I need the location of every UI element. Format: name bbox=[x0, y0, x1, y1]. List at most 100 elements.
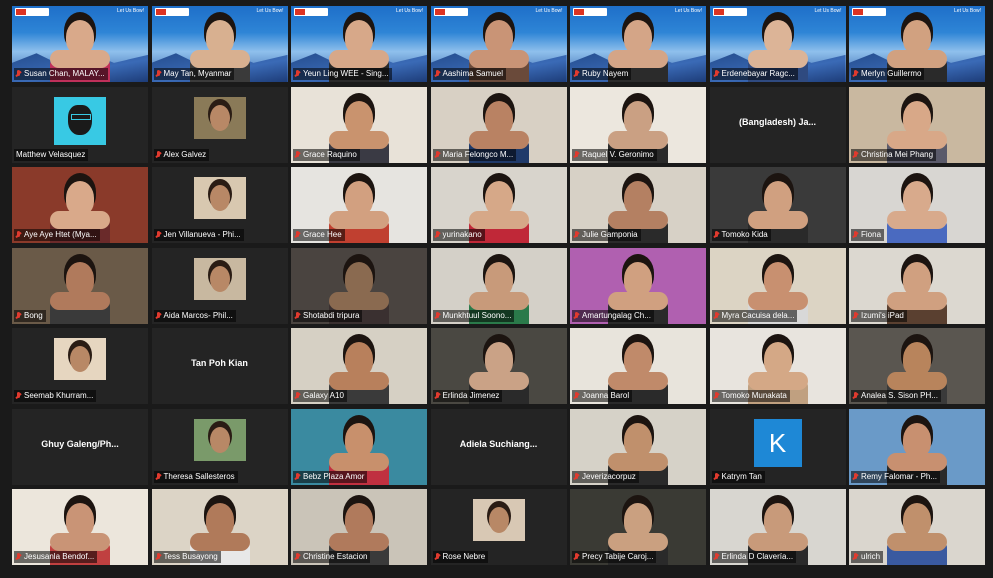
muted-mic-icon bbox=[574, 472, 579, 481]
person-face bbox=[205, 20, 234, 54]
hands bbox=[329, 50, 389, 68]
person-face bbox=[345, 503, 373, 537]
participant-name: Jeverizacorpuz bbox=[582, 471, 636, 481]
participant-name-tag: Shotabdi tripura bbox=[293, 309, 363, 322]
participant-tile[interactable]: Let Us Bow! Erdenebayar Ragc... bbox=[709, 6, 846, 82]
participant-name-tag: Alex Galvez bbox=[153, 148, 210, 161]
participant-tile[interactable]: Let Us Bow! Ruby Nayem bbox=[570, 6, 706, 82]
participant-name-tag: Izumi's iPad bbox=[851, 309, 907, 322]
participant-tile[interactable]: Alex Galvez bbox=[151, 86, 288, 163]
participant-tile[interactable]: Christina Mei Phang bbox=[849, 86, 985, 163]
participant-tile[interactable]: Julie Gamponia bbox=[570, 167, 706, 243]
participant-tile[interactable]: Fiona bbox=[849, 167, 985, 243]
person-face bbox=[624, 342, 652, 376]
participant-tile[interactable]: Tomoko Kida bbox=[709, 167, 846, 243]
participant-tile[interactable]: Let Us Bow! Merlyn Guillermo bbox=[849, 6, 985, 82]
participant-tile[interactable]: Amartungalag Ch... bbox=[570, 247, 706, 324]
participant-name: Amartungalag Ch... bbox=[582, 310, 651, 320]
person-face bbox=[345, 342, 373, 376]
hands bbox=[747, 291, 808, 310]
participant-name-tag: Raquel V. Geronimo bbox=[572, 148, 657, 161]
person-face bbox=[903, 422, 931, 457]
participant-tile[interactable]: Jesusanla Bendof... bbox=[12, 489, 148, 565]
hands bbox=[50, 50, 110, 68]
hands bbox=[50, 291, 110, 310]
hands bbox=[468, 291, 529, 310]
participant-tile[interactable]: Grace Raquino bbox=[291, 86, 427, 163]
participant-tile[interactable]: Let Us Bow! Aashima Samuel bbox=[430, 6, 567, 82]
participant-name: Precy Tabije Caroj... bbox=[582, 552, 654, 561]
person-face bbox=[484, 342, 513, 376]
person-face bbox=[345, 181, 373, 215]
banner-text: Let Us Bow! bbox=[396, 8, 423, 14]
participant-tile[interactable]: Remy Falomar - Ph... bbox=[849, 408, 985, 485]
profile-face bbox=[209, 104, 230, 131]
participant-name: Erlinda Jimenez bbox=[442, 391, 500, 400]
participant-tile[interactable]: Tomoko Munakata bbox=[709, 328, 846, 404]
muted-mic-icon bbox=[295, 392, 300, 400]
participant-tile[interactable]: Joanna Barol bbox=[570, 328, 706, 404]
participant-tile[interactable]: Adiela Suchiang... bbox=[430, 408, 567, 485]
muted-mic-icon bbox=[16, 553, 21, 561]
participant-name-tag: Katrym Tan bbox=[711, 470, 765, 483]
participant-name: Aye Aye Htet (Mya... bbox=[24, 230, 97, 239]
participant-tile[interactable]: Seemab Khurram... bbox=[12, 328, 148, 404]
participant-tile[interactable]: Rose Nebre bbox=[430, 489, 567, 565]
participant-tile[interactable]: Raquel V. Geronimo bbox=[570, 86, 706, 163]
banner-text: Let Us Bow! bbox=[117, 8, 144, 14]
participant-tile[interactable]: Tess Busayong bbox=[151, 489, 288, 565]
participant-tile[interactable]: Munkhtuul Soono... bbox=[430, 247, 567, 324]
participant-tile[interactable]: (Bangladesh) Ja... bbox=[709, 86, 846, 163]
participant-tile[interactable]: Christine Estacion bbox=[291, 489, 427, 565]
participant-tile[interactable]: Ghuy Galeng/Ph... bbox=[12, 408, 148, 485]
participant-tile[interactable]: Let Us Bow! Yeun Ling WEE - Sing... bbox=[291, 6, 427, 82]
participant-tile[interactable]: Erlinda D Clavería... bbox=[709, 489, 846, 565]
participant-tile[interactable]: Let Us Bow! May Tan, Myanmar bbox=[151, 6, 288, 82]
participant-tile[interactable]: Erlinda Jimenez bbox=[430, 328, 567, 404]
participant-name: Fiona bbox=[861, 230, 882, 239]
participant-name-tag: Julie Gamponia bbox=[572, 229, 641, 241]
person-face bbox=[763, 342, 792, 376]
participant-tile[interactable]: Maria Felongco M... bbox=[430, 86, 567, 163]
participant-tile[interactable]: Tan Poh Kian bbox=[151, 328, 288, 404]
participant-tile[interactable]: yurinakano bbox=[430, 167, 567, 243]
participant-tile[interactable]: Izumi's iPad bbox=[849, 247, 985, 324]
organization-logo bbox=[433, 8, 468, 16]
participant-tile[interactable]: K Katrym Tan bbox=[709, 408, 846, 485]
participant-tile[interactable]: Galaxy A10 bbox=[291, 328, 427, 404]
participant-name: Susan Chan, MALAY... bbox=[24, 69, 105, 78]
participant-tile[interactable]: Aida Marcos- Phil... bbox=[151, 247, 288, 324]
participant-tile[interactable]: Jen Villanueva - Phi... bbox=[151, 167, 288, 243]
participant-tile[interactable]: Aye Aye Htet (Mya... bbox=[12, 167, 148, 243]
participant-name: Aida Marcos- Phil... bbox=[163, 310, 233, 320]
participant-tile[interactable]: Analea S. Sison PH... bbox=[849, 328, 985, 404]
participant-tile[interactable]: Shotabdi tripura bbox=[291, 247, 427, 324]
participant-name-tag: Munkhtuul Soono... bbox=[432, 309, 515, 322]
hands bbox=[747, 372, 808, 390]
hands bbox=[887, 452, 947, 471]
participant-tile[interactable]: Bebz Plaza Amor bbox=[291, 408, 427, 485]
participant-tile[interactable]: Grace Hee bbox=[291, 167, 427, 243]
person-face bbox=[345, 261, 373, 296]
muted-mic-icon bbox=[853, 392, 858, 400]
participant-name: ulrich bbox=[861, 552, 881, 561]
muted-mic-icon bbox=[853, 231, 858, 239]
participant-tile[interactable]: ulrich bbox=[849, 489, 985, 565]
participant-name-tag: Susan Chan, MALAY... bbox=[14, 68, 108, 80]
participant-tile[interactable]: Myra Cacuisa dela... bbox=[709, 247, 846, 324]
participant-tile[interactable]: Theresa Sallesteros bbox=[151, 408, 288, 485]
hands bbox=[468, 50, 529, 68]
participant-name: Ruby Nayem bbox=[582, 69, 629, 78]
participant-tile[interactable]: Bong bbox=[12, 247, 148, 324]
muted-mic-icon bbox=[714, 553, 719, 561]
participant-display-name: Adiela Suchiang... bbox=[459, 438, 538, 449]
participant-tile[interactable]: Matthew Velasquez bbox=[12, 86, 148, 163]
participant-tile[interactable]: Let Us Bow! Susan Chan, MALAY... bbox=[12, 6, 148, 82]
participant-name-tag: Remy Falomar - Ph... bbox=[851, 470, 941, 483]
participant-name-tag: Galaxy A10 bbox=[293, 390, 347, 402]
participant-name: Bebz Plaza Amor bbox=[303, 471, 365, 481]
participant-name: Alex Galvez bbox=[163, 149, 207, 159]
participant-tile[interactable]: Jeverizacorpuz bbox=[570, 408, 706, 485]
profile-face bbox=[209, 185, 230, 211]
participant-tile[interactable]: Precy Tabije Caroj... bbox=[570, 489, 706, 565]
